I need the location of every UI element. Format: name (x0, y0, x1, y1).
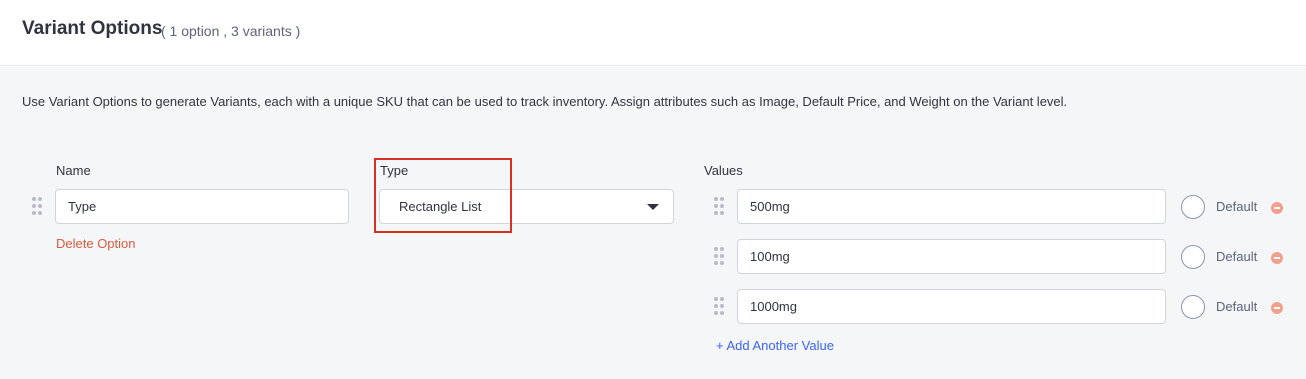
chevron-down-icon (647, 204, 659, 210)
values-label: Values (704, 163, 743, 178)
remove-circle-icon[interactable] (1271, 202, 1283, 214)
drag-handle-icon[interactable] (714, 297, 726, 317)
default-radio[interactable] (1181, 245, 1205, 269)
delete-option-link[interactable]: Delete Option (56, 236, 136, 251)
default-label: Default (1216, 249, 1258, 264)
value-input[interactable]: 500mg (737, 189, 1166, 224)
default-radio[interactable] (1181, 295, 1205, 319)
default-radio[interactable] (1181, 195, 1205, 219)
highlight-box (374, 158, 512, 233)
variant-count: ( 1 option , 3 variants ) (161, 23, 301, 39)
name-label: Name (56, 163, 91, 178)
value-input[interactable]: 1000mg (737, 289, 1166, 324)
drag-handle-icon[interactable] (32, 197, 44, 217)
description-text: Use Variant Options to generate Variants… (22, 94, 1068, 109)
add-another-value-link[interactable]: + Add Another Value (716, 338, 834, 353)
panel-header: Variant Options ( 1 option , 3 variants … (0, 0, 1306, 66)
default-label: Default (1216, 199, 1258, 214)
value-input[interactable]: 100mg (737, 239, 1166, 274)
default-label: Default (1216, 299, 1258, 314)
remove-circle-icon[interactable] (1271, 252, 1283, 264)
drag-handle-icon[interactable] (714, 197, 726, 217)
remove-circle-icon[interactable] (1271, 302, 1283, 314)
panel-title: Variant Options (22, 18, 163, 39)
option-name-input[interactable]: Type (55, 189, 349, 224)
drag-handle-icon[interactable] (714, 247, 726, 267)
